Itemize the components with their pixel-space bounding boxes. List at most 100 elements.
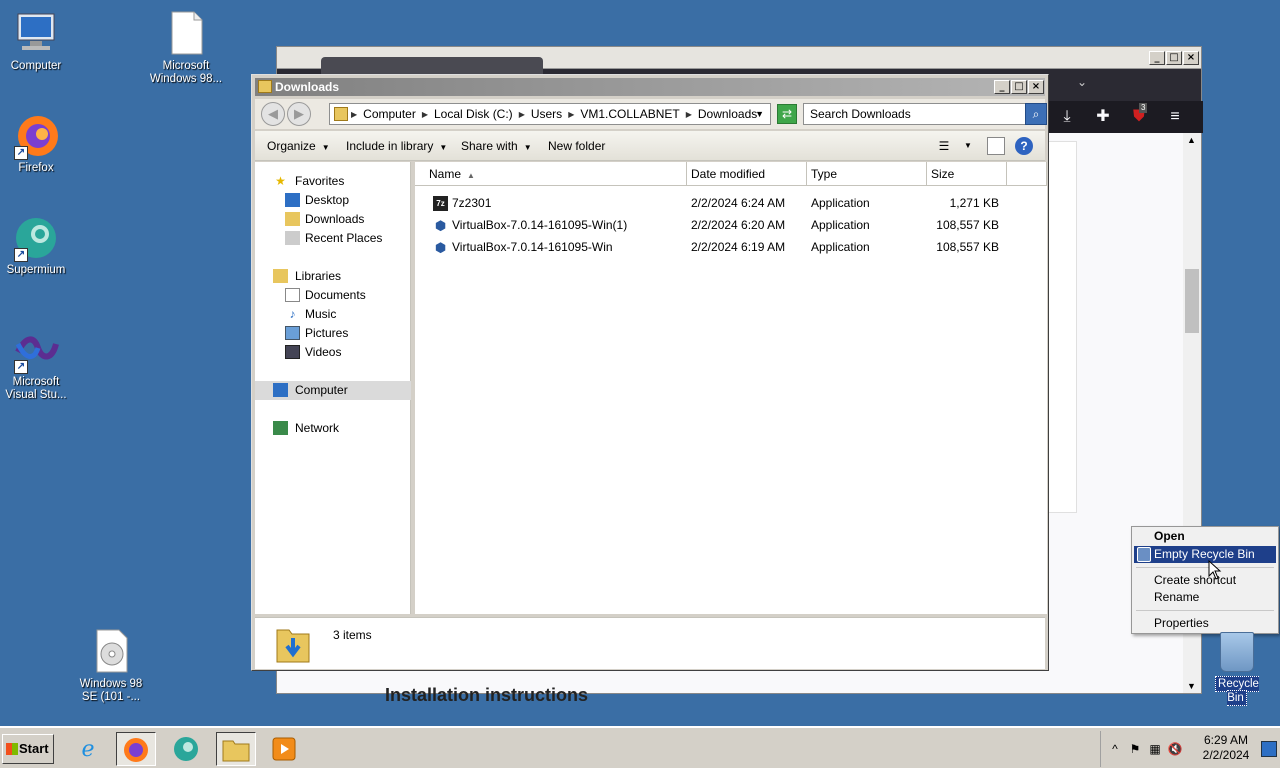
- column-header-date[interactable]: Date modified: [687, 162, 807, 186]
- file-size: 108,557 KB: [936, 218, 999, 232]
- scrollbar-thumb[interactable]: [1185, 269, 1199, 333]
- nav-music[interactable]: ♪ Music: [255, 305, 411, 324]
- desktop-icon-windows98-iso[interactable]: Windows 98 SE (101 -...: [71, 628, 151, 704]
- file-row[interactable]: ⬢ VirtualBox-7.0.14-161095-Win(1) 2/2/20…: [415, 214, 1047, 236]
- volume-muted-icon[interactable]: 🔇: [1167, 741, 1183, 757]
- nav-favorites[interactable]: ★ Favorites: [255, 172, 411, 191]
- minimize-icon[interactable]: _: [994, 80, 1010, 94]
- chevron-right-icon: ▶: [518, 109, 525, 119]
- nav-documents[interactable]: Documents: [255, 286, 411, 305]
- help-icon[interactable]: ?: [1015, 137, 1033, 155]
- extensions-icon[interactable]: ✚: [1093, 107, 1113, 127]
- breadcrumb-computer[interactable]: Computer: [360, 107, 419, 121]
- column-header-size[interactable]: Size: [927, 162, 1007, 186]
- nav-downloads[interactable]: Downloads: [255, 210, 411, 229]
- firefox-icon: ↗: [12, 112, 60, 160]
- taskbar-supermium[interactable]: [166, 732, 206, 766]
- show-desktop-icon[interactable]: [1261, 741, 1277, 757]
- taskbar: Start ℯ ^ ⚑ ▦ 🔇 6:29 AM 2/2/2024: [0, 726, 1280, 768]
- desktop-icon-firefox[interactable]: ↗ Firefox: [0, 112, 76, 175]
- menu-item-empty-recycle-bin[interactable]: Empty Recycle Bin: [1134, 546, 1276, 563]
- nav-network[interactable]: Network: [255, 419, 411, 438]
- taskbar-internet-explorer[interactable]: ℯ: [68, 732, 108, 766]
- column-header-name[interactable]: Name ▲: [415, 162, 687, 186]
- action-center-flag-icon[interactable]: ⚑: [1127, 741, 1143, 757]
- nav-libraries[interactable]: Libraries: [255, 267, 411, 286]
- search-icon[interactable]: ⌕: [1025, 103, 1047, 125]
- chevron-down-icon[interactable]: ▼: [959, 137, 977, 155]
- explorer-titlebar[interactable]: Downloads: [255, 78, 1045, 96]
- breadcrumb-local-disk[interactable]: Local Disk (C:): [431, 107, 516, 121]
- chevron-right-icon: ▶: [421, 109, 428, 119]
- computer-icon: [273, 383, 288, 397]
- menu-icon[interactable]: ≡: [1165, 107, 1185, 127]
- maximize-icon[interactable]: □: [1166, 51, 1182, 65]
- taskbar-media-player[interactable]: [264, 732, 304, 766]
- new-folder-button[interactable]: New folder: [548, 139, 605, 153]
- desktop-icon-windows98-doc[interactable]: Microsoft Windows 98...: [146, 10, 226, 86]
- file-name: 7z2301: [452, 196, 492, 210]
- close-icon[interactable]: ×: [1183, 51, 1199, 65]
- preview-pane-icon[interactable]: [987, 137, 1005, 155]
- maximize-icon[interactable]: □: [1011, 80, 1027, 94]
- file-type: Application: [811, 196, 870, 210]
- breadcrumb-downloads[interactable]: Downloads: [695, 107, 760, 121]
- file-type: Application: [811, 218, 870, 232]
- explorer-window-controls: _ □ ×: [994, 80, 1044, 94]
- back-button[interactable]: ◀: [261, 102, 285, 126]
- scroll-down-icon[interactable]: ▼: [1187, 681, 1196, 691]
- ublock-icon[interactable]: ⛊ 3: [1129, 103, 1149, 127]
- start-button[interactable]: Start: [2, 734, 54, 764]
- file-size: 1,271 KB: [949, 196, 999, 210]
- menu-item-open[interactable]: Open: [1134, 528, 1276, 545]
- breadcrumb-users[interactable]: Users: [528, 107, 565, 121]
- file-row[interactable]: 7z 7z2301 2/2/2024 6:24 AM Application 1…: [415, 192, 1047, 214]
- breadcrumb-user[interactable]: VM1.COLLABNET: [577, 107, 682, 121]
- desktop-icon-label: Firefox: [18, 162, 54, 174]
- view-options-icon[interactable]: ☰: [935, 137, 953, 155]
- taskbar-firefox[interactable]: [116, 732, 156, 766]
- documents-icon: [285, 288, 300, 302]
- browser-tab[interactable]: [321, 57, 543, 75]
- desktop-icon-recycle-bin[interactable]: Recycle Bin: [1204, 632, 1270, 706]
- nav-videos[interactable]: Videos: [255, 343, 411, 362]
- shortcut-arrow-icon: ↗: [14, 248, 28, 262]
- search-input[interactable]: Search Downloads: [803, 103, 1027, 125]
- menu-item-properties[interactable]: Properties: [1134, 615, 1276, 632]
- close-icon[interactable]: ×: [1028, 80, 1044, 94]
- star-icon: ★: [275, 174, 286, 188]
- nav-pictures[interactable]: Pictures: [255, 324, 411, 343]
- explorer-window[interactable]: Downloads _ □ × ◀ ▶ ▶ Computer ▶ Local D…: [251, 74, 1049, 671]
- file-date: 2/2/2024 6:20 AM: [691, 218, 786, 232]
- minimize-icon[interactable]: _: [1149, 51, 1165, 65]
- desktop-icon-visual-studio[interactable]: ↗ Microsoft Visual Stu...: [0, 326, 76, 402]
- desktop-icon-computer[interactable]: Computer: [0, 10, 76, 73]
- column-header-extra[interactable]: [1007, 162, 1047, 186]
- include-in-library-menu[interactable]: Include in library ▼: [346, 139, 447, 153]
- shortcut-arrow-icon: ↗: [14, 360, 28, 374]
- chevron-right-icon: ▶: [568, 109, 575, 119]
- context-menu: Open Empty Recycle Bin Create shortcut R…: [1131, 526, 1279, 634]
- scroll-up-icon[interactable]: ▲: [1187, 135, 1196, 145]
- clock[interactable]: 6:29 AM 2/2/2024: [1193, 733, 1259, 763]
- network-tray-icon[interactable]: ▦: [1147, 741, 1163, 757]
- taskbar-explorer[interactable]: [216, 732, 256, 766]
- address-bar[interactable]: ▶ Computer ▶ Local Disk (C:) ▶ Users ▶ V…: [329, 103, 771, 125]
- nav-recent-places[interactable]: Recent Places: [255, 229, 411, 248]
- file-name: VirtualBox-7.0.14-161095-Win(1): [452, 218, 628, 232]
- nav-computer[interactable]: Computer: [255, 381, 411, 400]
- address-dropdown-icon[interactable]: ▼: [755, 109, 764, 119]
- share-with-menu[interactable]: Share with ▼: [461, 139, 532, 153]
- menu-item-create-shortcut[interactable]: Create shortcut: [1134, 572, 1276, 589]
- nav-desktop[interactable]: Desktop: [255, 191, 411, 210]
- show-hidden-icons-icon[interactable]: ^: [1107, 741, 1123, 757]
- refresh-button[interactable]: ⇄: [777, 104, 797, 124]
- menu-item-rename[interactable]: Rename: [1134, 589, 1276, 606]
- forward-button[interactable]: ▶: [287, 102, 311, 126]
- download-icon[interactable]: ⤓: [1057, 107, 1077, 127]
- desktop-icon-supermium[interactable]: ↗ Supermium: [0, 214, 76, 277]
- organize-menu[interactable]: Organize ▼: [267, 139, 330, 153]
- column-header-type[interactable]: Type: [807, 162, 927, 186]
- file-row[interactable]: ⬢ VirtualBox-7.0.14-161095-Win 2/2/2024 …: [415, 236, 1047, 258]
- tab-list-chevron-icon[interactable]: ⌄: [1077, 75, 1087, 89]
